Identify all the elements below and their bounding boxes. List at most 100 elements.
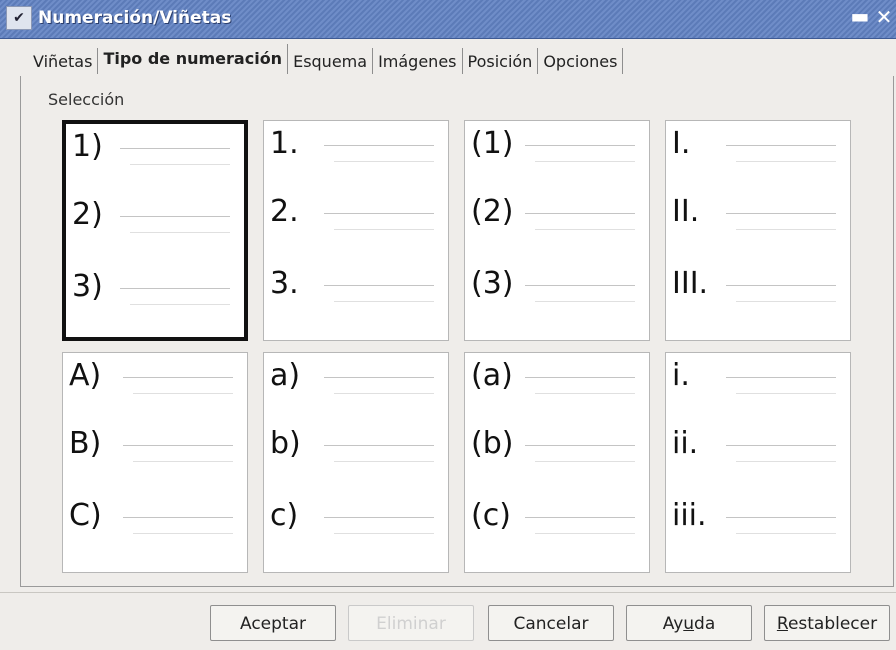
numbering-option[interactable]: a) b) c) xyxy=(263,352,449,573)
numbering-label: (3) xyxy=(471,266,514,301)
preview-line xyxy=(726,517,836,518)
preview-line xyxy=(535,393,635,394)
numbering-label: a) xyxy=(270,358,301,393)
preview-line xyxy=(133,393,233,394)
reset-label-b: establecer xyxy=(787,614,878,634)
preview-line xyxy=(123,445,233,446)
numbering-label: B) xyxy=(69,426,102,461)
numbering-label: iii. xyxy=(672,498,707,533)
help-label-a: Ay xyxy=(662,614,684,634)
numbering-label: 2) xyxy=(72,197,103,232)
preview-line xyxy=(525,445,635,446)
cancel-button[interactable]: Cancelar xyxy=(488,605,614,641)
numbering-label: 3. xyxy=(270,266,299,301)
numbering-label: 2. xyxy=(270,194,299,229)
numbering-label: II. xyxy=(672,194,700,229)
preview-line xyxy=(334,533,434,534)
numbering-options-grid: 1) 2) 3) 1. 2. 3. (1) (2) (3) I. II. III. A) B) C) a) b)… xyxy=(62,120,856,574)
numbering-option[interactable]: (1) (2) (3) xyxy=(464,120,650,341)
preview-line xyxy=(535,301,635,302)
tab-strip: Viñetas Tipo de numeración Esquema Imáge… xyxy=(28,44,624,74)
close-icon[interactable]: ✕ xyxy=(874,6,894,28)
preview-line xyxy=(324,285,434,286)
tab-tipo-de-numeracion[interactable]: Tipo de numeración xyxy=(98,44,289,74)
preview-line xyxy=(334,393,434,394)
numbering-option[interactable]: i. ii. iii. xyxy=(665,352,851,573)
numbering-label: 1) xyxy=(72,129,103,164)
preview-line xyxy=(525,285,635,286)
preview-line xyxy=(130,232,230,233)
numbering-option[interactable]: I. II. III. xyxy=(665,120,851,341)
tab-posicion[interactable]: Posición xyxy=(463,48,539,74)
preview-line xyxy=(123,377,233,378)
window-menu-icon[interactable]: ✔ xyxy=(6,6,32,30)
preview-line xyxy=(324,145,434,146)
preview-line xyxy=(525,377,635,378)
preview-line xyxy=(324,445,434,446)
numbering-label: 1. xyxy=(270,126,299,161)
preview-line xyxy=(334,301,434,302)
remove-button: Eliminar xyxy=(348,605,474,641)
numbering-option[interactable]: (a) (b) (c) xyxy=(464,352,650,573)
tab-opciones[interactable]: Opciones xyxy=(538,48,624,74)
preview-line xyxy=(525,213,635,214)
preview-line xyxy=(123,517,233,518)
numbering-label: I. xyxy=(672,126,691,161)
preview-line xyxy=(726,377,836,378)
preview-line xyxy=(736,393,836,394)
preview-line xyxy=(334,229,434,230)
preview-line xyxy=(726,145,836,146)
preview-line xyxy=(726,213,836,214)
numbering-label: 3) xyxy=(72,269,103,304)
preview-line xyxy=(334,161,434,162)
preview-line xyxy=(525,517,635,518)
numbering-label: c) xyxy=(270,498,299,533)
numbering-label: C) xyxy=(69,498,102,533)
tab-imagenes[interactable]: Imágenes xyxy=(373,48,463,74)
preview-line xyxy=(726,285,836,286)
numbering-label: A) xyxy=(69,358,102,393)
help-mnemonic: u xyxy=(683,614,695,634)
preview-line xyxy=(133,461,233,462)
preview-line xyxy=(736,229,836,230)
preview-line xyxy=(130,164,230,165)
window-title: Numeración/Viñetas xyxy=(38,8,232,28)
preview-line xyxy=(726,445,836,446)
preview-line xyxy=(120,288,230,289)
numbering-label: ii. xyxy=(672,426,699,461)
numbering-label: (b) xyxy=(471,426,514,461)
preview-line xyxy=(130,304,230,305)
numbering-label: (a) xyxy=(471,358,513,393)
preview-line xyxy=(736,533,836,534)
preview-line xyxy=(324,213,434,214)
title-bar[interactable]: ✔ Numeración/Viñetas ▬ ✕ xyxy=(0,0,896,39)
minimize-icon[interactable]: ▬ xyxy=(850,6,870,28)
preview-line xyxy=(334,461,434,462)
numbering-label: (2) xyxy=(471,194,514,229)
preview-line xyxy=(324,377,434,378)
help-button[interactable]: Ayuda xyxy=(626,605,752,641)
reset-button[interactable]: Restablecer xyxy=(764,605,890,641)
preview-line xyxy=(525,145,635,146)
numbering-label: i. xyxy=(672,358,690,393)
reset-mnemonic: R xyxy=(776,614,788,634)
tab-esquema[interactable]: Esquema xyxy=(288,48,374,74)
preview-line xyxy=(736,301,836,302)
tab-vinetas[interactable]: Viñetas xyxy=(28,48,99,74)
preview-line xyxy=(736,161,836,162)
preview-line xyxy=(535,533,635,534)
ok-button[interactable]: Aceptar xyxy=(210,605,336,641)
numbering-label: b) xyxy=(270,426,301,461)
numbering-label: III. xyxy=(672,266,709,301)
numbering-option[interactable]: A) B) C) xyxy=(62,352,248,573)
preview-line xyxy=(535,229,635,230)
preview-line xyxy=(535,461,635,462)
numbering-option[interactable]: 1) 2) 3) xyxy=(62,120,248,341)
help-label-b: da xyxy=(694,614,716,634)
numbering-label: (1) xyxy=(471,126,514,161)
preview-line xyxy=(120,148,230,149)
preview-line xyxy=(120,216,230,217)
numbering-label: (c) xyxy=(471,498,511,533)
section-label: Selección xyxy=(48,90,125,109)
numbering-option[interactable]: 1. 2. 3. xyxy=(263,120,449,341)
